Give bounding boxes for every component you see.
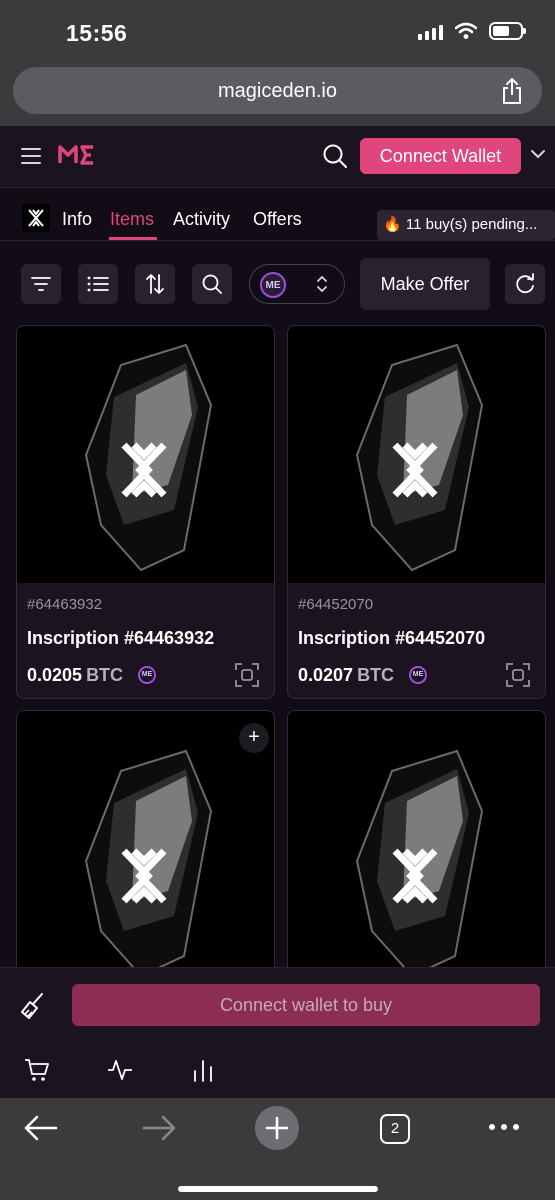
item-title[interactable]: Inscription #64452070 — [298, 628, 485, 649]
me-token-icon: ME — [409, 666, 427, 684]
scan-icon[interactable] — [234, 662, 260, 688]
tab-items[interactable]: Items — [110, 209, 154, 230]
filter-icon — [31, 277, 51, 291]
me-token-icon: ME — [260, 272, 286, 298]
inscription-image — [17, 326, 274, 583]
plus-icon — [265, 1116, 289, 1140]
tabs-count-button[interactable]: 2 — [380, 1114, 410, 1144]
filter-button[interactable] — [21, 264, 61, 304]
pending-text: 11 buy(s) pending... — [405, 216, 538, 233]
scan-icon[interactable] — [505, 662, 531, 688]
chevron-updown-icon — [317, 275, 327, 293]
item-card[interactable]: + — [16, 710, 275, 1010]
refresh-icon — [516, 273, 534, 294]
activity-icon[interactable] — [107, 1057, 133, 1083]
sort-icon — [146, 274, 164, 294]
item-card[interactable] — [287, 710, 546, 1010]
battery-icon — [489, 22, 526, 40]
pending-buys-badge: 🔥 11 buy(s) pending... — [377, 210, 555, 240]
item-id: #64452070 — [298, 596, 374, 613]
back-arrow-icon[interactable] — [24, 1114, 58, 1142]
tab-activity[interactable]: Activity — [173, 209, 230, 230]
price-currency: BTC — [86, 665, 124, 685]
list-view-button[interactable] — [78, 264, 118, 304]
sort-button[interactable] — [135, 264, 175, 304]
wifi-icon — [455, 22, 477, 39]
chart-icon[interactable] — [192, 1057, 214, 1083]
price-value: 0.0205 — [27, 665, 83, 685]
address-bar[interactable]: magiceden.io — [13, 67, 542, 114]
items-toolbar: ME Make Offer — [0, 258, 555, 312]
broom-icon[interactable] — [20, 992, 46, 1020]
inscription-image — [288, 711, 545, 1009]
menu-icon[interactable] — [21, 148, 41, 164]
add-to-cart-icon[interactable]: + — [239, 723, 269, 753]
status-time: 15:56 — [66, 20, 128, 46]
item-id: #64463932 — [27, 596, 103, 613]
me-token-icon: ME — [138, 666, 156, 684]
search-icon[interactable] — [322, 143, 348, 169]
item-price: 0.0207 BTC — [298, 665, 394, 686]
connect-wallet-to-buy-button[interactable]: Connect wallet to buy — [72, 984, 540, 1026]
tab-info[interactable]: Info — [62, 209, 92, 230]
price-currency: BTC — [357, 665, 395, 685]
search-icon — [202, 274, 222, 294]
price-value: 0.0207 — [298, 665, 354, 685]
status-icons — [418, 22, 526, 40]
app-header: Connect Wallet — [0, 126, 555, 188]
url-text: magiceden.io — [218, 80, 337, 102]
home-indicator — [178, 1186, 378, 1192]
list-icon — [87, 276, 109, 292]
make-offer-button[interactable]: Make Offer — [360, 258, 490, 310]
active-tab-indicator — [109, 237, 157, 240]
item-price: 0.0205 BTC — [27, 665, 123, 686]
tab-offers[interactable]: Offers — [253, 209, 302, 230]
forward-arrow-icon — [142, 1115, 176, 1141]
refresh-button[interactable] — [505, 264, 545, 304]
inscription-image — [17, 711, 274, 1009]
share-icon[interactable] — [500, 77, 524, 105]
new-tab-button[interactable] — [255, 1106, 299, 1150]
status-bar: 15:56 — [0, 0, 555, 62]
browser-toolbar: 2 — [0, 1098, 555, 1200]
browser-url-area: magiceden.io — [0, 62, 555, 126]
connect-wallet-button[interactable]: Connect Wallet — [360, 138, 521, 174]
collection-logo — [22, 204, 50, 232]
cart-icon[interactable] — [24, 1057, 50, 1083]
inscription-image — [288, 326, 545, 583]
magic-eden-logo[interactable] — [58, 144, 96, 166]
item-card[interactable]: #64452070 Inscription #64452070 0.0207 BT… — [287, 325, 546, 699]
chevron-down-icon[interactable] — [530, 148, 546, 160]
search-items-button[interactable] — [192, 264, 232, 304]
buy-bar: Connect wallet to buy — [0, 967, 555, 1043]
currency-selector[interactable]: ME — [249, 264, 345, 304]
cellular-icon — [418, 22, 443, 40]
more-icon[interactable] — [488, 1123, 520, 1131]
item-title[interactable]: Inscription #64463932 — [27, 628, 214, 649]
fire-icon: 🔥 — [383, 216, 402, 233]
item-card[interactable]: #64463932 Inscription #64463932 0.0205 BT… — [16, 325, 275, 699]
bottom-nav — [0, 1043, 555, 1098]
